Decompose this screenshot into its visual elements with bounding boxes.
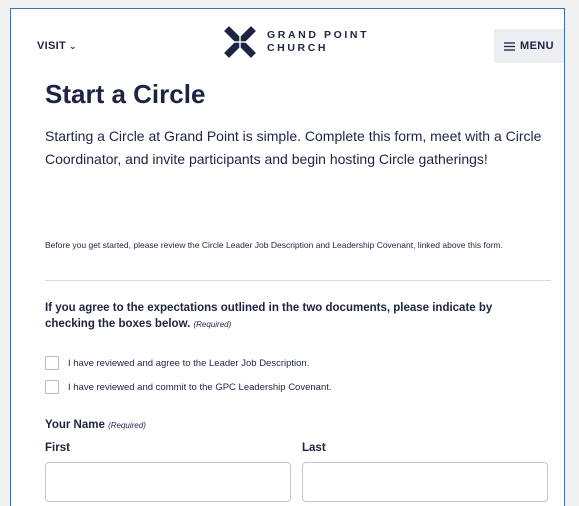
visit-menu-button[interactable]: VISIT ⌄ bbox=[37, 40, 77, 52]
page-frame: VISIT ⌄ GRAND POINT CHURCH MENU Start a … bbox=[10, 8, 565, 506]
menu-button[interactable]: MENU bbox=[494, 29, 564, 63]
logo-line-2: CHURCH bbox=[267, 42, 329, 54]
name-field-label: Your Name (Required) bbox=[45, 419, 146, 431]
required-tag: (Required) bbox=[108, 421, 146, 430]
agreement-question-text: If you agree to the expectations outline… bbox=[45, 302, 493, 330]
first-name-input[interactable] bbox=[45, 462, 291, 502]
hamburger-icon bbox=[504, 41, 515, 51]
visit-label: VISIT bbox=[37, 40, 67, 52]
checkbox-label-covenant: I have reviewed and commit to the GPC Le… bbox=[68, 381, 332, 393]
checkbox-covenant[interactable] bbox=[45, 380, 59, 394]
last-name-input[interactable] bbox=[302, 462, 548, 502]
first-name-label: First bbox=[45, 442, 70, 454]
page-title: Start a Circle bbox=[45, 79, 206, 109]
agreement-question: If you agree to the expectations outline… bbox=[45, 300, 545, 333]
checkbox-row-covenant[interactable]: I have reviewed and commit to the GPC Le… bbox=[45, 380, 332, 394]
checkbox-label-job-description: I have reviewed and agree to the Leader … bbox=[68, 357, 310, 369]
site-logo[interactable]: GRAND POINT CHURCH bbox=[223, 25, 369, 59]
required-tag: (Required) bbox=[193, 320, 232, 329]
checkbox-job-description[interactable] bbox=[45, 356, 59, 370]
checkbox-row-job-description[interactable]: I have reviewed and agree to the Leader … bbox=[45, 356, 309, 370]
review-note: Before you get started, please review th… bbox=[45, 240, 503, 250]
logo-wordmark: GRAND POINT CHURCH bbox=[267, 29, 369, 55]
name-label-text: Your Name bbox=[45, 419, 105, 431]
divider bbox=[45, 280, 551, 281]
chevron-down-icon: ⌄ bbox=[69, 40, 77, 51]
logo-line-1: GRAND POINT bbox=[267, 29, 370, 41]
site-header: VISIT ⌄ GRAND POINT CHURCH MENU bbox=[11, 9, 564, 73]
menu-label: MENU bbox=[520, 40, 554, 52]
intro-text: Starting a Circle at Grand Point is simp… bbox=[45, 128, 542, 167]
church-logo-icon bbox=[224, 26, 256, 58]
last-name-label: Last bbox=[302, 442, 326, 454]
